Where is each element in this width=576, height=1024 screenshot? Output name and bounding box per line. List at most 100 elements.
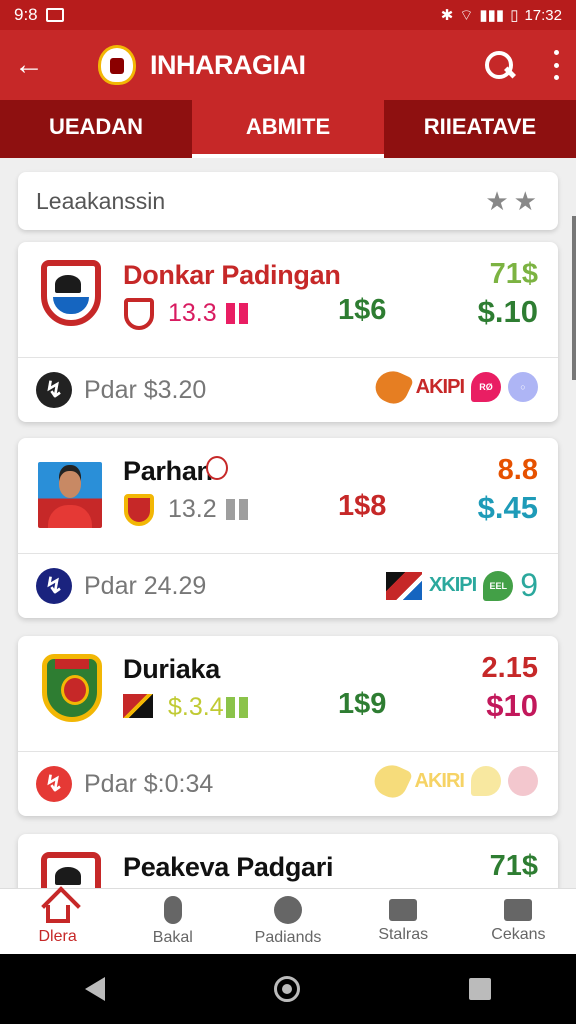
mic-icon bbox=[163, 896, 182, 924]
card-actions: XKIPI EEL 9 bbox=[385, 567, 538, 604]
mid-price: 1$6 bbox=[338, 294, 387, 326]
system-navigation bbox=[0, 954, 576, 1024]
nav-label: Cekans bbox=[491, 926, 546, 943]
player-card-2[interactable]: Parhan 13.2 1$8 8.8 $.45 ↯ Pdar 24.29 XK… bbox=[18, 438, 558, 618]
player-stat: $.3.4 bbox=[168, 693, 224, 721]
home-icon bbox=[45, 905, 70, 923]
akipi-label[interactable]: AKIPI bbox=[416, 376, 465, 399]
nav-label: Stalras bbox=[378, 926, 429, 943]
card-actions: AKIPI RØ ○ bbox=[370, 365, 538, 409]
mid-price: 1$8 bbox=[338, 490, 387, 522]
player-stat: 13.2 bbox=[168, 495, 217, 523]
mini-team-logo bbox=[206, 456, 228, 480]
pdar-text: Pdar $3.20 bbox=[84, 375, 207, 404]
stat-bars bbox=[226, 499, 248, 520]
mini-team-icon bbox=[124, 494, 154, 526]
list-icon bbox=[504, 899, 533, 921]
nav-label: Dlera bbox=[38, 928, 77, 945]
player-name: Donkar Padingan bbox=[123, 260, 341, 290]
app-bar: ← INHARAGIAI bbox=[0, 30, 576, 100]
tab-bar: UEADAN ABMITE RIIEATAVE bbox=[0, 100, 576, 158]
more-vertical-icon[interactable] bbox=[550, 50, 562, 80]
badge-icon[interactable] bbox=[508, 766, 538, 796]
nav-item-padiands[interactable]: Padiands bbox=[230, 889, 345, 954]
pdar-text: Pdar $:0:34 bbox=[84, 769, 214, 798]
status-time-right: 17:32 bbox=[524, 6, 562, 24]
player-name: Parhan bbox=[123, 456, 213, 486]
stat-bars bbox=[226, 697, 248, 718]
system-recent-icon[interactable] bbox=[469, 978, 492, 1000]
badge-icon[interactable]: EEL bbox=[483, 570, 514, 601]
notification-icon bbox=[45, 8, 64, 22]
team-emblem bbox=[38, 260, 104, 334]
nine-icon[interactable]: 9 bbox=[520, 567, 538, 604]
card-actions: AKIRI bbox=[369, 759, 538, 803]
tab-ueadan[interactable]: UEADAN bbox=[0, 100, 192, 158]
system-back-icon[interactable] bbox=[84, 977, 105, 1001]
status-time-left: 9:8 bbox=[14, 5, 38, 24]
right-top-value: 8.8 bbox=[497, 454, 538, 486]
card-top: Parhan 13.2 1$8 8.8 $.45 bbox=[18, 438, 558, 554]
badge-icon[interactable]: ○ bbox=[508, 372, 538, 402]
card-top: Donkar Padingan 13.3 1$6 71$ $.10 bbox=[18, 242, 558, 358]
tab-abmite[interactable]: ABMITE bbox=[192, 100, 384, 158]
search-card[interactable]: Leaakanssin ★★ bbox=[18, 172, 558, 230]
tab-riieatave[interactable]: RIIEATAVE bbox=[384, 100, 576, 158]
badge-icon[interactable] bbox=[471, 766, 501, 796]
akipi-label[interactable]: AKIRI bbox=[415, 770, 465, 793]
runner-icon: ↯ bbox=[36, 372, 72, 408]
nav-label: Padiands bbox=[254, 929, 322, 946]
akipi-label[interactable]: XKIPI bbox=[429, 574, 477, 597]
stats-icon bbox=[389, 899, 418, 921]
card-top: Duriaka $.3.4 1$9 2.15 $10 bbox=[18, 636, 558, 752]
nav-item-bakal[interactable]: Bakal bbox=[115, 889, 230, 954]
compass-icon bbox=[274, 896, 302, 924]
player-card-1[interactable]: Donkar Padingan 13.3 1$6 71$ $.10 ↯ Pdar… bbox=[18, 242, 558, 422]
runner-icon: ↯ bbox=[36, 568, 72, 604]
app-title: INHARAGIAI bbox=[150, 49, 306, 80]
status-right: ✱ ⌔ ▮▮▮ ▯ 17:32 bbox=[441, 6, 562, 25]
scrollbar[interactable] bbox=[572, 216, 576, 380]
status-bar: 9:8 ✱ ⌔ ▮▮▮ ▯ 17:32 bbox=[0, 0, 576, 30]
wifi-icon: ⌔ bbox=[459, 6, 474, 24]
right-bottom-value: $.45 bbox=[477, 490, 538, 525]
card-bottom: ↯ Pdar 24.29 XKIPI EEL 9 bbox=[18, 554, 558, 618]
card-bottom: ↯ Pdar $3.20 AKIPI RØ ○ bbox=[18, 358, 558, 422]
stat-bars bbox=[226, 303, 248, 324]
system-home-icon[interactable] bbox=[273, 976, 300, 1002]
player-stat: 13.3 bbox=[168, 299, 217, 327]
team-crest bbox=[38, 654, 104, 728]
nav-item-cekans[interactable]: Cekans bbox=[461, 889, 576, 954]
bird-icon[interactable] bbox=[370, 365, 414, 409]
mini-team-icon bbox=[124, 298, 154, 330]
app-logo bbox=[98, 45, 136, 85]
runner-icon: ↯ bbox=[36, 766, 72, 802]
nav-item-stalras[interactable]: Stalras bbox=[346, 889, 461, 954]
player-name: Duriaka bbox=[123, 654, 220, 684]
appbar-actions bbox=[482, 48, 562, 82]
back-arrow-icon[interactable]: ← bbox=[14, 50, 54, 80]
nav-label: Bakal bbox=[152, 929, 193, 946]
right-top-value: 71$ bbox=[489, 258, 538, 290]
signal-icon: ▮▮▮ bbox=[479, 7, 505, 24]
badge-icon[interactable]: RØ bbox=[471, 372, 501, 402]
player-photo bbox=[38, 462, 104, 536]
mini-flag-icon bbox=[123, 694, 153, 718]
battery-icon: ▯ bbox=[510, 7, 519, 24]
bluetooth-icon: ✱ bbox=[440, 7, 454, 24]
mid-price: 1$9 bbox=[338, 688, 387, 720]
right-bottom-value: $10 bbox=[486, 688, 538, 723]
pdar-text: Pdar 24.29 bbox=[84, 571, 207, 600]
flag-icon[interactable] bbox=[385, 571, 422, 600]
search-icon[interactable] bbox=[482, 48, 516, 82]
right-top-value: 2.15 bbox=[481, 652, 538, 684]
nav-item-dlera[interactable]: Dlera bbox=[0, 889, 115, 954]
bird-icon[interactable] bbox=[369, 759, 413, 803]
card-bottom: ↯ Pdar $:0:34 AKIRI bbox=[18, 752, 558, 816]
search-input[interactable]: Leaakanssin bbox=[36, 188, 165, 215]
bottom-navigation: Dlera Bakal Padiands Stalras Cekans bbox=[0, 888, 576, 954]
right-bottom-value: $.10 bbox=[477, 294, 538, 329]
star-icons[interactable]: ★★ bbox=[485, 186, 542, 217]
player-card-3[interactable]: Duriaka $.3.4 1$9 2.15 $10 ↯ Pdar $:0:34… bbox=[18, 636, 558, 816]
right-top-value: 71$ bbox=[489, 850, 538, 882]
